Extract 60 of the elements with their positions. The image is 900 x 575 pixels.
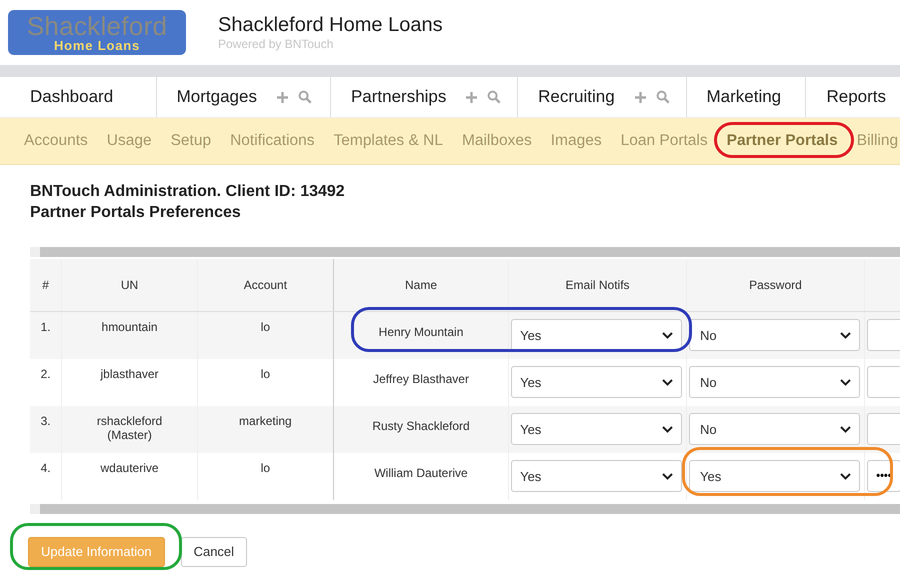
app-title: Shackleford Home Loans — [218, 14, 443, 37]
table-cell: Rusty Shackleford — [372, 419, 470, 433]
nav-tab[interactable]: Partnerships — [330, 77, 518, 117]
table-cell: 3. — [40, 414, 51, 428]
password-select[interactable]: Yes — [689, 460, 860, 492]
sub-nav-tab[interactable]: Partner Portals — [726, 132, 838, 150]
nav-tab[interactable]: Dashboard — [0, 77, 157, 117]
table-cell: lo — [260, 320, 270, 334]
email-notifs-select[interactable]: Yes — [511, 319, 682, 352]
search-icon[interactable] — [656, 90, 670, 104]
app-subtitle: Powered by BNTouch — [218, 37, 334, 51]
chevron-icon — [662, 332, 674, 339]
chevron-icon — [840, 378, 852, 386]
chevron-icon — [840, 472, 852, 480]
table-cell: jblasthaver — [100, 366, 159, 380]
chevron-icon — [840, 332, 852, 339]
horizontal-scrollbar[interactable] — [30, 247, 900, 257]
table-cell: lo — [260, 366, 270, 380]
table-cell: rshackleford (Master) — [96, 414, 162, 442]
page-subtitle: Partner Portals Preferences — [30, 203, 242, 223]
search-icon[interactable] — [487, 90, 502, 104]
horizontal-scrollbar[interactable] — [30, 504, 900, 514]
chevron-icon — [662, 426, 674, 432]
email-notifs-select[interactable]: Yes — [511, 366, 682, 398]
table-cell: William Dauterive — [374, 466, 468, 480]
password-select[interactable]: No — [689, 319, 860, 352]
chevron-icon — [662, 378, 674, 386]
page-title: BNTouch Administration. Client ID: 13492 — [30, 182, 346, 202]
table-cell: 1. — [40, 320, 51, 334]
plus-icon[interactable] — [465, 90, 478, 104]
nav-tab[interactable]: Mortgages — [156, 77, 331, 117]
cancel-button[interactable]: Cancel — [180, 536, 248, 566]
search-icon[interactable] — [298, 90, 312, 104]
table-cell: lo — [260, 460, 270, 474]
logo-text: Shackleford — [26, 14, 168, 38]
column-header: Email Notifs — [566, 278, 630, 292]
email-notifs-select[interactable]: Yes — [511, 460, 682, 492]
table-cell: wdauterive — [100, 460, 159, 474]
column-header: Password — [749, 278, 802, 292]
nav-tab[interactable]: Marketing — [686, 77, 806, 117]
password-select[interactable]: No — [689, 366, 860, 398]
column-header: UN — [120, 278, 138, 292]
column-header: Account — [244, 278, 288, 292]
column-header: Name — [405, 278, 438, 292]
plus-icon[interactable] — [276, 90, 289, 104]
plus-icon[interactable] — [634, 90, 647, 104]
email-notifs-select[interactable]: Yes — [511, 413, 682, 445]
chevron-icon — [840, 426, 852, 432]
password-select[interactable]: No — [689, 413, 860, 445]
table-cell: Jeffrey Blasthaver — [373, 372, 469, 386]
table-cell: Henry Mountain — [378, 325, 464, 340]
logo-subtext: Home Loans — [54, 38, 140, 52]
table-cell: marketing — [239, 414, 292, 428]
nav-tab[interactable]: Reports — [806, 77, 900, 117]
table-cell: hmountain — [102, 320, 158, 334]
table-cell: 2. — [40, 366, 51, 380]
column-header: # — [42, 278, 49, 292]
table-cell: 4. — [40, 460, 51, 474]
chevron-icon — [662, 472, 674, 480]
nav-tab[interactable]: Recruiting — [518, 77, 686, 117]
